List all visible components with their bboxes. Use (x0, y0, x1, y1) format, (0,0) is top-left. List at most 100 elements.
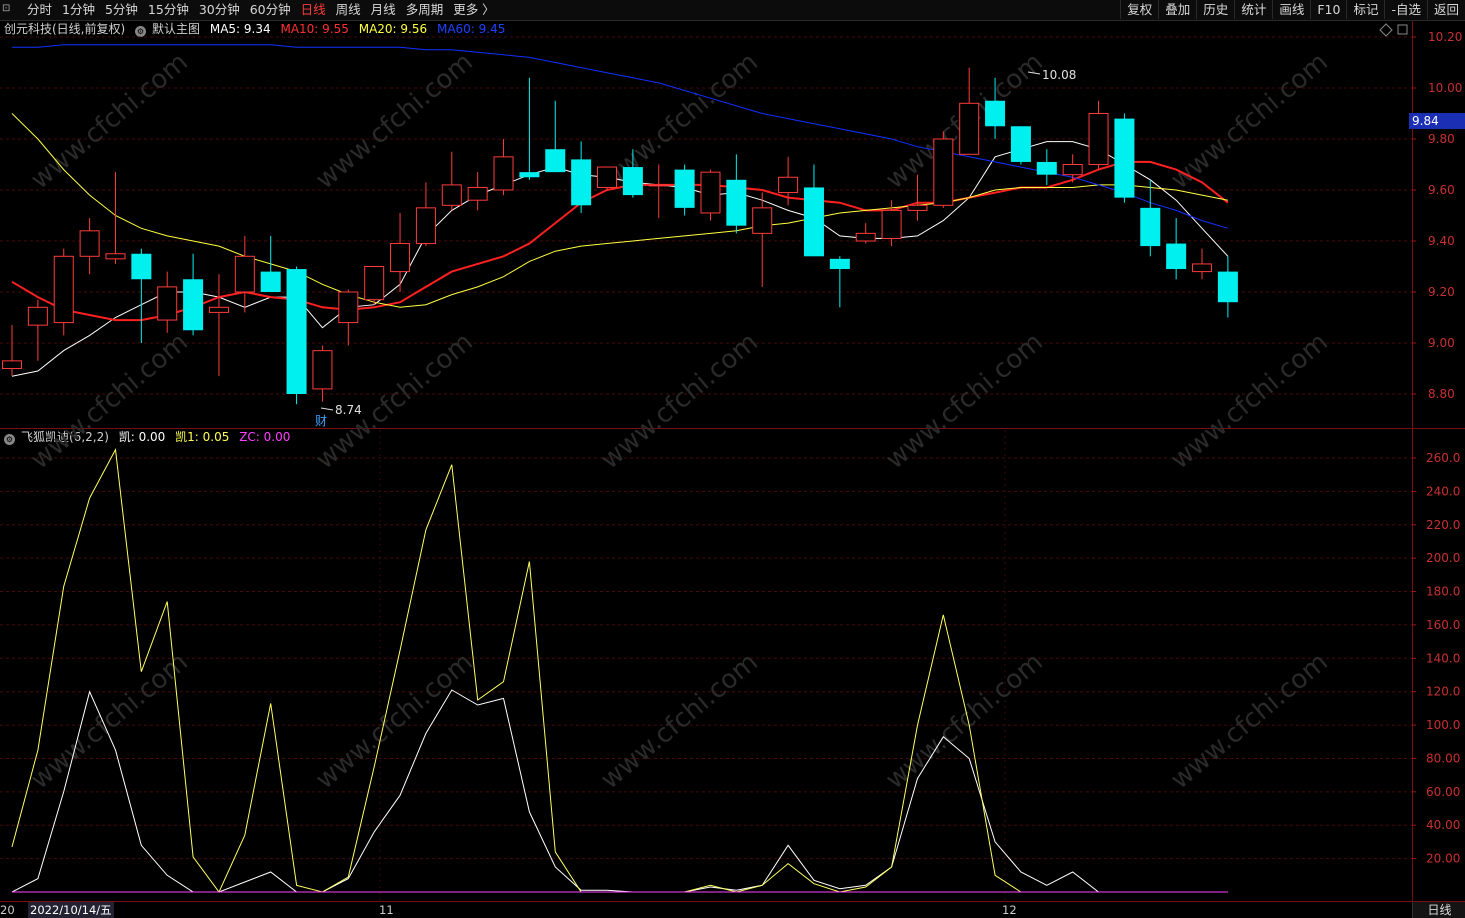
candle-body-down (1140, 207, 1161, 247)
ma5-value: MA5: 9.34 (209, 22, 271, 36)
candle-body-down (985, 100, 1006, 127)
finance-marker: 财 (315, 414, 327, 428)
date-label-dec: 12 (1002, 903, 1017, 917)
kline-chart[interactable]: www.cfchi.com www.cfchi.com www.cfchi.com w… (0, 0, 1465, 918)
toolbar-button-4[interactable]: 画线 (1272, 0, 1310, 19)
candle-body-up (2, 360, 22, 370)
ma-line-ma5 (11, 141, 1229, 377)
period-tab-2[interactable]: 5分钟 (100, 2, 143, 18)
candle-body-up (53, 255, 74, 324)
candle-body-up (778, 176, 799, 194)
candle-body-down (1166, 243, 1187, 270)
watermark-text: www.cfchi.com (595, 327, 764, 475)
indicator-tick-label: 220.0 (1426, 518, 1460, 532)
maximize-icon (1397, 24, 1408, 35)
period-indicator[interactable]: 日线 (1412, 902, 1465, 918)
watermark-text: www.cfchi.com (880, 47, 1049, 195)
candle-body-down (726, 179, 747, 226)
stock-title: 创元科技(日线,前复权) (4, 22, 126, 36)
ma10-value: MA10: 9.55 (280, 22, 349, 36)
candle-body-up (1062, 164, 1083, 176)
candle-body-up (364, 266, 385, 301)
indicator-tick-label: 80.00 (1426, 751, 1460, 765)
template-name[interactable]: 默认主图 (152, 22, 200, 36)
watermark-text: www.cfchi.com (1165, 47, 1334, 195)
current-price-label: 9.84 (1409, 113, 1465, 129)
indicator-tick-label: 60.00 (1426, 785, 1460, 799)
toolbar-button-3[interactable]: 统计 (1234, 0, 1272, 19)
watermark-text: www.cfchi.com (25, 47, 194, 195)
zc-value: ZC: 0.00 (239, 430, 291, 444)
period-tab-4[interactable]: 30分钟 (194, 2, 245, 18)
price-tick-label: 9.40 (1428, 234, 1455, 248)
candle-body-up (933, 138, 954, 206)
toolbar-button-1[interactable]: 叠加 (1158, 0, 1196, 19)
indicator-settings-icon[interactable]: ⚙ (4, 434, 15, 445)
sub-chart-legend: ⚙ 飞狐凯迪(6,2,2) 凯: 0.00 凯1: 0.05 ZC: 0.00 (4, 429, 296, 445)
period-tab-9[interactable]: 多周期 (401, 2, 449, 18)
high-arrow (1027, 71, 1041, 75)
toolbar-button-2[interactable]: 历史 (1196, 0, 1234, 19)
price-axis: 10.20 10.00 9.80 9.60 9.40 9.20 9.00 8.80 260.0 2… (1412, 30, 1462, 866)
candle-body-up (648, 184, 669, 187)
candle-body-down (519, 172, 540, 178)
watermark-text: www.cfchi.com (310, 647, 479, 795)
period-tab-7[interactable]: 周线 (331, 2, 366, 18)
candle-body-down (183, 279, 204, 331)
candle-body-up (907, 204, 928, 211)
date-label-first: 2022/10/14/五 (28, 902, 114, 918)
date-label-nov: 11 (379, 903, 394, 917)
high-price-label: 10.08 (1042, 68, 1076, 82)
candle-body-down (1217, 271, 1238, 303)
candlestick-series (2, 67, 1238, 405)
period-selector: 分时 1分钟 5分钟 15分钟 30分钟 60分钟 日线 周线 月线 多周期 更多 〉 (22, 2, 500, 18)
period-tab-6[interactable]: 日线 (296, 2, 331, 18)
watermark-text: www.cfchi.com (1165, 647, 1334, 795)
indicator-tick-label: 260.0 (1426, 451, 1460, 465)
price-tick-label: 9.80 (1428, 132, 1455, 146)
indicator-name[interactable]: 飞狐凯迪(6,2,2) (21, 430, 109, 444)
candle-body-up (467, 186, 488, 201)
template-settings-icon[interactable]: ⚙ (135, 26, 147, 37)
period-tab-1[interactable]: 1分钟 (57, 2, 100, 18)
period-tab-10[interactable]: 更多 〉 (448, 2, 499, 18)
toolbar-button-6[interactable]: 标记 (1346, 0, 1384, 19)
candle-body-down (803, 187, 824, 257)
price-tick-label: 10.20 (1428, 30, 1462, 44)
window-menu-icon[interactable]: ⊡ (2, 3, 14, 15)
period-tab-3[interactable]: 15分钟 (143, 2, 194, 18)
chart-annotations: 10.08 8.74 财 (315, 23, 1408, 428)
toolbar-button-7[interactable]: -自选 (1384, 0, 1427, 19)
candle-body-up (105, 253, 126, 260)
candle-body-up (79, 230, 100, 257)
candle-body-up (700, 171, 721, 214)
main-chart-legend: 创元科技(日线,前复权) ⚙ 默认主图 MA5: 9.34 MA10: 9.55 … (4, 21, 511, 37)
toolbar-button-0[interactable]: 复权 (1120, 0, 1158, 19)
toolbar-right-buttons: 复权 叠加 历史 统计 画线 F10 标记 -自选 返回 (1120, 0, 1465, 19)
candle-body-up (312, 350, 333, 390)
watermark-text: www.cfchi.com (595, 647, 764, 795)
candle-body-down (545, 149, 566, 173)
kai1-value: 凯1: 0.05 (175, 430, 230, 444)
candle-body-down (674, 169, 695, 208)
indicator-line-0 (11, 689, 1228, 893)
price-tick-label: 9.20 (1428, 285, 1455, 299)
period-tab-8[interactable]: 月线 (366, 2, 401, 18)
watermark-layer: www.cfchi.com www.cfchi.com www.cfchi.com w… (25, 47, 1334, 795)
candle-body-up (390, 243, 411, 273)
toolbar-button-5[interactable]: F10 (1310, 0, 1346, 19)
candle-body-down (829, 258, 850, 270)
indicator-tick-label: 20.00 (1426, 852, 1460, 866)
moving-average-lines (11, 44, 1229, 377)
candle-body-up (855, 232, 876, 242)
watermark-text: www.cfchi.com (1165, 327, 1334, 475)
candle-body-up (881, 209, 902, 239)
ma20-value: MA20: 9.56 (358, 22, 428, 36)
date-label-partial: 20 (0, 903, 15, 917)
period-tab-5[interactable]: 60分钟 (245, 2, 296, 18)
toolbar-button-8[interactable]: 返回 (1426, 0, 1465, 19)
candle-body-up (27, 306, 48, 326)
ma-line-ma60 (12, 44, 1229, 229)
indicator-tick-label: 140.0 (1426, 651, 1460, 665)
period-tab-0[interactable]: 分时 (22, 2, 57, 18)
